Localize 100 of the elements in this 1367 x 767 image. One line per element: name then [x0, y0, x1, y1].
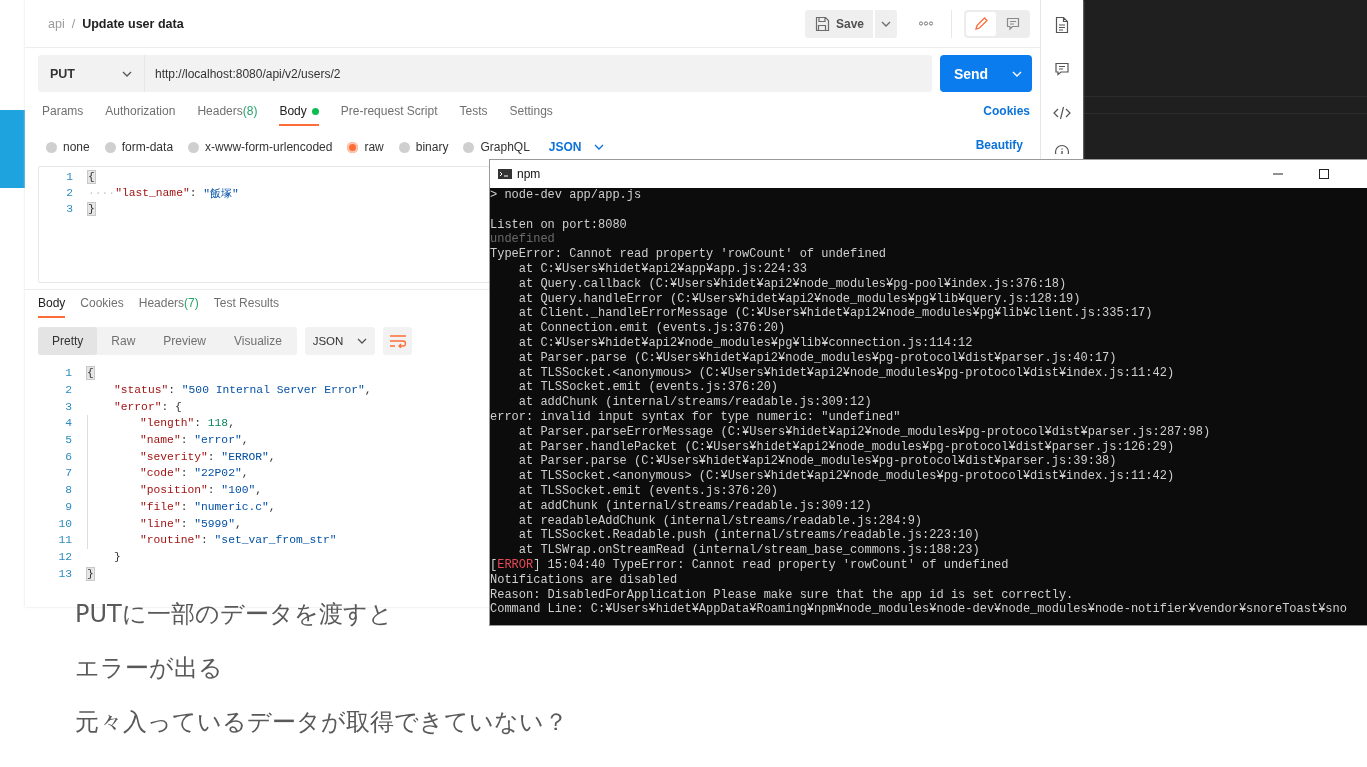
code-line: ····"last_name": "飯塚"	[88, 186, 239, 201]
console-line: at Query.handleError (C:¥Users¥hidet¥api2¥node_modules¥pg¥lib¥query.js:128:19)	[517, 291, 1081, 307]
console-line: Reason: DisabledForApplication Please make sure that the app id is set correctly.	[490, 587, 1074, 603]
document-icon[interactable]	[1053, 16, 1071, 34]
info-icon[interactable]	[1053, 144, 1071, 154]
line-number: 4	[64, 417, 73, 430]
code-line: }	[113, 549, 121, 565]
save-button[interactable]: Save	[804, 9, 873, 38]
line-number: 11	[57, 534, 73, 547]
response-tab[interactable]: Body	[38, 296, 66, 318]
response-tab[interactable]: Test Results	[213, 296, 280, 318]
console-line: at TLSSocket.<anonymous> (C:¥Users¥hidet¥api2¥node_modules¥pg-protocol¥dist¥index.js:11:42)	[517, 469, 1175, 484]
line-number: 3	[65, 203, 74, 215]
console-line: Listen on port:8080	[490, 217, 627, 233]
line-number: 8	[64, 484, 73, 497]
console-line: at C:¥Users¥hidet¥api2¥app¥app.js:224:33	[517, 262, 807, 277]
breadcrumb-link[interactable]: api	[48, 16, 65, 31]
request-title: Update user data	[82, 16, 184, 31]
console-line: > node-dev app/app.js	[490, 188, 642, 203]
send-button[interactable]: Send	[940, 55, 1032, 92]
code-line: "position": "100",	[87, 481, 263, 499]
body-type-radio[interactable]: raw	[347, 140, 384, 154]
code-line: "line": "5999",	[87, 515, 242, 532]
console-line: Command Line: C:¥Users¥hidet¥AppData¥Roaming¥npm¥node_modules¥node-dev¥node_modules¥node-notifier¥vendor¥snoreToast¥sno	[490, 602, 1347, 618]
console-line: TypeError: Cannot read property 'rowCount' of undefined	[490, 247, 887, 262]
comment-icon	[1005, 15, 1021, 32]
pencil-icon	[973, 15, 989, 32]
line-number: 9	[64, 500, 73, 513]
console-line: at addChunk (internal/streams/readable.js:309:12)	[517, 498, 872, 514]
console-line: at TLSSocket.emit (events.js:376:20)	[517, 380, 779, 396]
view-mode-button[interactable]: Raw	[97, 327, 150, 355]
request-tab[interactable]: Body	[279, 104, 319, 126]
console-line: at Parser.parseErrorMessage (C:¥Users¥hidet¥api2¥node_modules¥pg-protocol¥dist¥parser.js:287:98)	[517, 424, 1211, 440]
request-body-editor[interactable]: 1 { 2 ····"last_name": "飯塚" 3 }	[38, 166, 490, 283]
request-tab[interactable]: Tests	[459, 104, 488, 126]
console-line: at Parser.handlePacket (C:¥Users¥hidet¥api2¥node_modules¥pg-protocol¥dist¥parser.js:126:29)	[517, 439, 1175, 455]
request-tab[interactable]: Params	[42, 104, 84, 126]
window-title: npm	[517, 167, 541, 181]
console-line: at TLSSocket.Readable.push (internal/streams/readable.js:223:10)	[517, 528, 980, 544]
code-line: "code": "22P02",	[87, 465, 249, 482]
console-line: at C:¥Users¥hidet¥api2¥node_modules¥pg¥lib¥connection.js:114:12	[517, 335, 973, 351]
wrap-button[interactable]	[383, 327, 412, 355]
line-number: 5	[64, 434, 73, 447]
console-line: undefined	[490, 232, 555, 248]
console-line: Notifications are disabled	[490, 572, 678, 588]
line-number: 7	[64, 467, 73, 480]
cookies-link[interactable]: Cookies	[983, 104, 1030, 118]
request-tab[interactable]: Headers(8)	[197, 104, 258, 126]
line-number: 6	[64, 450, 73, 463]
view-mode-button[interactable]: Visualize	[220, 327, 296, 355]
body-type-radio[interactable]: GraphQL	[463, 140, 530, 154]
console-line: error: invalid input syntax for type numeric: "undefined"	[490, 409, 901, 425]
maximize-icon	[1319, 169, 1329, 179]
format-dropdown[interactable]: JSON	[305, 327, 375, 355]
line-number: 12	[57, 550, 73, 563]
view-mode-button[interactable]: Pretty	[38, 327, 98, 355]
code-line: "severity": "ERROR",	[87, 448, 276, 466]
line-number: 10	[57, 517, 73, 530]
body-type-radio[interactable]: binary	[398, 140, 449, 154]
code-line: "file": "numeric.c",	[87, 498, 276, 516]
console-line: at TLSSocket.emit (events.js:376:20)	[517, 483, 779, 499]
view-mode-button[interactable]: Preview	[149, 327, 221, 355]
code-icon[interactable]	[1053, 104, 1071, 122]
beautify-link[interactable]: Beautify	[975, 138, 1023, 152]
slide-text: エラーが出る	[75, 653, 223, 684]
more-button[interactable]	[919, 21, 933, 26]
save-icon	[813, 15, 830, 32]
wrap-icon	[388, 334, 407, 348]
request-tab[interactable]: Settings	[509, 104, 553, 126]
console-line: at readableAddChunk (internal/streams/readable.js:284:9)	[517, 513, 923, 529]
url-field[interactable]: http://localhost:8080/api/v2/users/2	[145, 55, 932, 92]
caret-icon	[1012, 70, 1022, 77]
caret-icon	[881, 20, 891, 27]
line-number: 2	[64, 384, 73, 397]
comment-icon[interactable]	[1053, 60, 1071, 78]
method-select[interactable]: PUT	[38, 55, 145, 92]
caret-icon	[593, 144, 604, 150]
line-number: 1	[65, 171, 74, 183]
save-dropdown-button[interactable]	[875, 9, 897, 38]
console-line: at TLSSocket.<anonymous> (C:¥Users¥hidet¥api2¥node_modules¥pg-protocol¥dist¥index.js:11:42)	[517, 365, 1175, 381]
code-line: "name": "error",	[87, 431, 249, 449]
console-line: at Query.callback (C:¥Users¥hidet¥api2¥node_modules¥pg-pool¥index.js:376:18)	[517, 276, 1067, 292]
console-line: at Connection.emit (events.js:376:20)	[517, 321, 786, 336]
console-line: at Client._handleErrorMessage (C:¥Users¥hidet¥api2¥node_modules¥pg¥lib¥client.js:335:17)	[517, 306, 1153, 322]
response-tab[interactable]: Headers(7)	[138, 296, 199, 318]
pencil-button[interactable]	[966, 11, 996, 36]
code-line: "status": "500 Internal Server Error",	[113, 383, 372, 399]
body-type-radio[interactable]: none	[46, 140, 90, 154]
body-type-radio[interactable]: x-www-form-urlencoded	[188, 140, 333, 154]
console-line: at Parser.parse (C:¥Users¥hidet¥api2¥node_modules¥pg-protocol¥dist¥parser.js:40:17)	[517, 350, 1117, 366]
request-tab[interactable]: Authorization	[105, 104, 176, 126]
request-tab[interactable]: Pre-request Script	[340, 104, 438, 126]
body-type-radio[interactable]: form-data	[104, 140, 174, 154]
format-dropdown[interactable]: JSON	[548, 140, 604, 154]
line-number: 1	[64, 367, 73, 380]
console-line: at Parser.parse (C:¥Users¥hidet¥api2¥node_modules¥pg-protocol¥dist¥parser.js:39:38)	[517, 454, 1117, 470]
console-line: at addChunk (internal/streams/readable.js:309:12)	[517, 395, 872, 410]
caret-icon	[357, 338, 368, 344]
response-tab[interactable]: Cookies	[80, 296, 124, 318]
code-line: "routine": "set_var_from_str"	[87, 531, 337, 549]
